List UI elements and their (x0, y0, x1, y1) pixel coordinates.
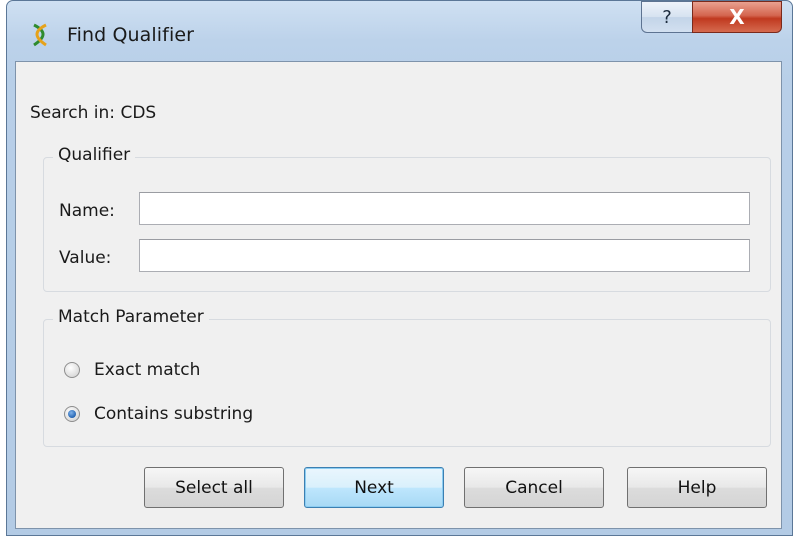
search-in-value: CDS (120, 103, 157, 123)
contains-substring-label: Contains substring (94, 404, 254, 424)
qualifier-group-title: Qualifier (53, 145, 136, 165)
exact-match-option[interactable]: Exact match (64, 360, 200, 380)
help-button[interactable]: Help (627, 467, 767, 508)
select-all-button[interactable]: Select all (144, 467, 284, 508)
cancel-button[interactable]: Cancel (464, 467, 604, 508)
help-caption-button[interactable]: ? (641, 1, 693, 33)
close-icon: X (729, 5, 745, 29)
search-in-label: Search in: (30, 103, 116, 123)
search-in-text: Search in: CDS (30, 103, 156, 123)
find-qualifier-window: Find Qualifier ? X Search in: CDS Qualif… (6, 0, 793, 536)
match-parameter-group-title: Match Parameter (53, 307, 209, 327)
value-label: Value: (59, 248, 112, 268)
exact-match-radio[interactable] (64, 362, 80, 378)
window-title: Find Qualifier (67, 24, 195, 46)
next-button[interactable]: Next (304, 467, 444, 508)
name-label: Name: (59, 201, 115, 221)
qualifier-group: Qualifier Name: Value: (43, 145, 771, 292)
close-button[interactable]: X (692, 1, 782, 33)
dialog-client-area: Search in: CDS Qualifier Name: Value: Ma… (15, 61, 782, 529)
contains-substring-option[interactable]: Contains substring (64, 404, 253, 424)
match-parameter-group: Match Parameter Exact match Contains sub… (43, 307, 771, 447)
help-icon: ? (662, 6, 672, 28)
exact-match-label: Exact match (94, 360, 201, 380)
value-input[interactable] (139, 239, 750, 272)
name-input[interactable] (139, 192, 750, 225)
dna-app-icon (33, 23, 47, 47)
contains-substring-radio[interactable] (64, 406, 80, 422)
title-bar[interactable]: Find Qualifier ? X (7, 1, 792, 61)
